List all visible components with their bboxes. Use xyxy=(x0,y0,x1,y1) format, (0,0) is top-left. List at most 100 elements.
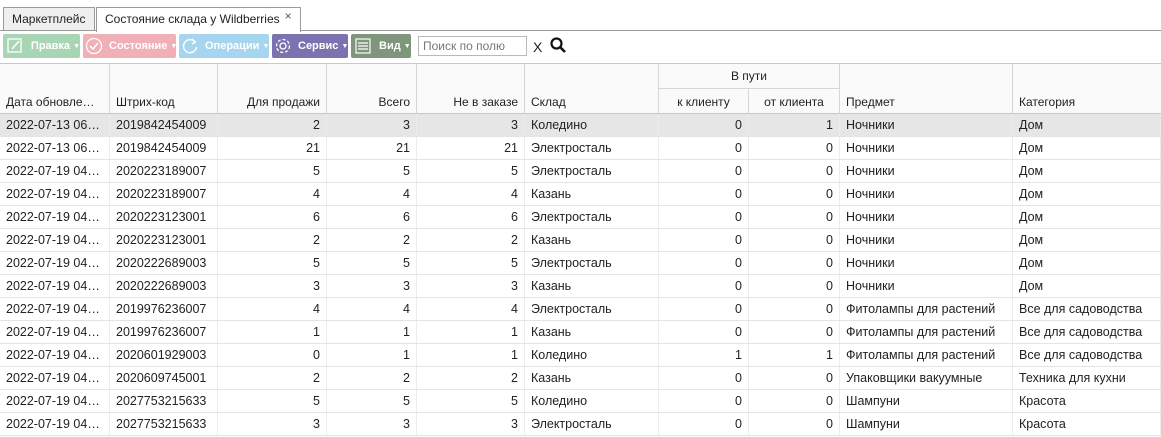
cell-category: Дом xyxy=(1013,229,1161,251)
cell-not-ordered: 4 xyxy=(417,298,525,320)
cell-barcode: 2020223189007 xyxy=(110,160,218,182)
cell-for-sale: 0 xyxy=(218,344,327,366)
cell-from-client: 0 xyxy=(749,160,840,182)
cell-to-client: 0 xyxy=(659,114,749,136)
cell-warehouse: Коледино xyxy=(525,114,659,136)
cell-total: 5 xyxy=(327,160,417,182)
cell-barcode: 2027753215633 xyxy=(110,390,218,412)
table-header: Дата обновле… Штрих-код Для продажи Всег… xyxy=(0,64,1161,114)
cell-for-sale: 4 xyxy=(218,298,327,320)
cell-subject: Ночники xyxy=(840,183,1013,205)
cell-barcode: 2020609745001 xyxy=(110,367,218,389)
cell-total: 6 xyxy=(327,206,417,228)
header-subject[interactable]: Предмет xyxy=(840,64,1013,114)
cell-to-client: 0 xyxy=(659,160,749,182)
close-icon[interactable]: × xyxy=(285,9,292,23)
cell-to-client: 0 xyxy=(659,367,749,389)
table-row[interactable]: 2022-07-19 04… 2020222689003 3 3 3 Казань 0 0 Но… xyxy=(0,275,1161,298)
header-from-client[interactable]: от клиента xyxy=(749,89,840,114)
table-row[interactable]: 2022-07-19 04… 2019976236007 4 4 4 Электроста… xyxy=(0,298,1161,321)
cell-not-ordered: 2 xyxy=(417,367,525,389)
cell-category: Дом xyxy=(1013,160,1161,182)
table-row[interactable]: 2022-07-19 04… 2020609745001 2 2 2 Казань 0 0 Уп… xyxy=(0,367,1161,390)
header-date[interactable]: Дата обновле… xyxy=(0,64,110,114)
cell-subject: Ночники xyxy=(840,137,1013,159)
tab-marketplace[interactable]: Маркетплейс xyxy=(3,7,95,31)
table-row[interactable]: 2022-07-19 04… 2020223189007 4 4 4 Казань 0 0 Но… xyxy=(0,183,1161,206)
cell-from-client: 0 xyxy=(749,390,840,412)
cell-subject: Ночники xyxy=(840,114,1013,136)
tab-wb-stock[interactable]: Состояние склада у Wildberries × xyxy=(96,7,301,32)
table-row[interactable]: 2022-07-13 06… 2019842454009 21 21 21 Электро… xyxy=(0,137,1161,160)
header-for-sale[interactable]: Для продажи xyxy=(218,64,327,114)
cell-barcode: 2020222689003 xyxy=(110,252,218,274)
view-button[interactable]: Вид ▼ xyxy=(351,34,411,58)
cell-not-ordered: 4 xyxy=(417,183,525,205)
cell-warehouse: Казань xyxy=(525,183,659,205)
cell-for-sale: 21 xyxy=(218,137,327,159)
cell-total: 3 xyxy=(327,275,417,297)
cell-category: Дом xyxy=(1013,114,1161,136)
cell-date: 2022-07-19 04… xyxy=(0,390,110,412)
gear-icon xyxy=(274,36,292,56)
cell-for-sale: 4 xyxy=(218,183,327,205)
table-row[interactable]: 2022-07-19 04… 2020223189007 5 5 5 Электроста… xyxy=(0,160,1161,183)
refresh-icon xyxy=(181,36,199,56)
cell-subject: Ночники xyxy=(840,206,1013,228)
header-total[interactable]: Всего xyxy=(327,64,417,114)
cell-not-ordered: 1 xyxy=(417,344,525,366)
search-input[interactable] xyxy=(418,36,527,56)
cell-category: Все для садоводства xyxy=(1013,344,1161,366)
clear-search-button[interactable]: X xyxy=(533,39,542,55)
header-not-ordered[interactable]: Не в заказе xyxy=(417,64,525,114)
cell-total: 21 xyxy=(327,137,417,159)
table-row[interactable]: 2022-07-19 04… 2020222689003 5 5 5 Электроста… xyxy=(0,252,1161,275)
cell-total: 4 xyxy=(327,183,417,205)
header-category[interactable]: Категория xyxy=(1013,64,1161,114)
cell-category: Техника для кухни xyxy=(1013,367,1161,389)
chevron-down-icon: ▼ xyxy=(73,42,80,50)
cell-barcode: 2020601929003 xyxy=(110,344,218,366)
chevron-down-icon: ▼ xyxy=(403,42,411,50)
cell-to-client: 0 xyxy=(659,413,749,435)
cell-not-ordered: 5 xyxy=(417,160,525,182)
cell-barcode: 2019842454009 xyxy=(110,137,218,159)
cell-date: 2022-07-19 04… xyxy=(0,160,110,182)
cell-subject: Ночники xyxy=(840,252,1013,274)
table-row[interactable]: 2022-07-19 04… 2027753215633 5 5 5 Коледино 0 0… xyxy=(0,390,1161,413)
cell-subject: Фитолампы для растений xyxy=(840,344,1013,366)
table-row[interactable]: 2022-07-19 04… 2020601929003 0 1 1 Коледино 1 1… xyxy=(0,344,1161,367)
cell-total: 1 xyxy=(327,321,417,343)
search-icon[interactable] xyxy=(549,36,567,57)
cell-for-sale: 5 xyxy=(218,252,327,274)
table-row[interactable]: 2022-07-13 06… 2019842454009 2 3 3 Коледино 0 1… xyxy=(0,114,1161,137)
table-row[interactable]: 2022-07-19 04… 2020223123001 2 2 2 Казань 0 0 Но… xyxy=(0,229,1161,252)
cell-total: 1 xyxy=(327,344,417,366)
cell-total: 2 xyxy=(327,367,417,389)
table-row[interactable]: 2022-07-19 04… 2020223123001 6 6 6 Электроста… xyxy=(0,206,1161,229)
pencil-icon xyxy=(5,36,25,56)
table-row[interactable]: 2022-07-19 04… 2019976236007 1 1 1 Казань 0 0 Фи… xyxy=(0,321,1161,344)
operations-button[interactable]: Операции ▼ xyxy=(179,34,269,58)
edit-button[interactable]: Правка ▼ xyxy=(3,34,80,58)
cell-total: 2 xyxy=(327,229,417,251)
cell-to-client: 0 xyxy=(659,229,749,251)
cell-date: 2022-07-19 04… xyxy=(0,367,110,389)
cell-from-client: 0 xyxy=(749,229,840,251)
cell-not-ordered: 3 xyxy=(417,413,525,435)
stock-table: Дата обновле… Штрих-код Для продажи Всег… xyxy=(0,63,1161,437)
header-warehouse[interactable]: Склад xyxy=(525,64,659,114)
cell-subject: Фитолампы для растений xyxy=(840,298,1013,320)
state-button[interactable]: Состояние ▼ xyxy=(83,34,178,58)
cell-category: Дом xyxy=(1013,206,1161,228)
chevron-down-icon: ▼ xyxy=(262,42,270,50)
chevron-down-icon: ▼ xyxy=(170,42,178,50)
cell-for-sale: 6 xyxy=(218,206,327,228)
cell-from-client: 0 xyxy=(749,413,840,435)
tab-bar: Маркетплейс Состояние склада у Wildberri… xyxy=(0,0,1161,32)
cell-warehouse: Электросталь xyxy=(525,298,659,320)
header-barcode[interactable]: Штрих-код xyxy=(110,64,218,114)
service-button[interactable]: Сервис ▼ xyxy=(272,34,348,58)
table-row[interactable]: 2022-07-19 04… 2027753215633 3 3 3 Электроста… xyxy=(0,413,1161,436)
header-to-client[interactable]: к клиенту xyxy=(659,89,749,114)
